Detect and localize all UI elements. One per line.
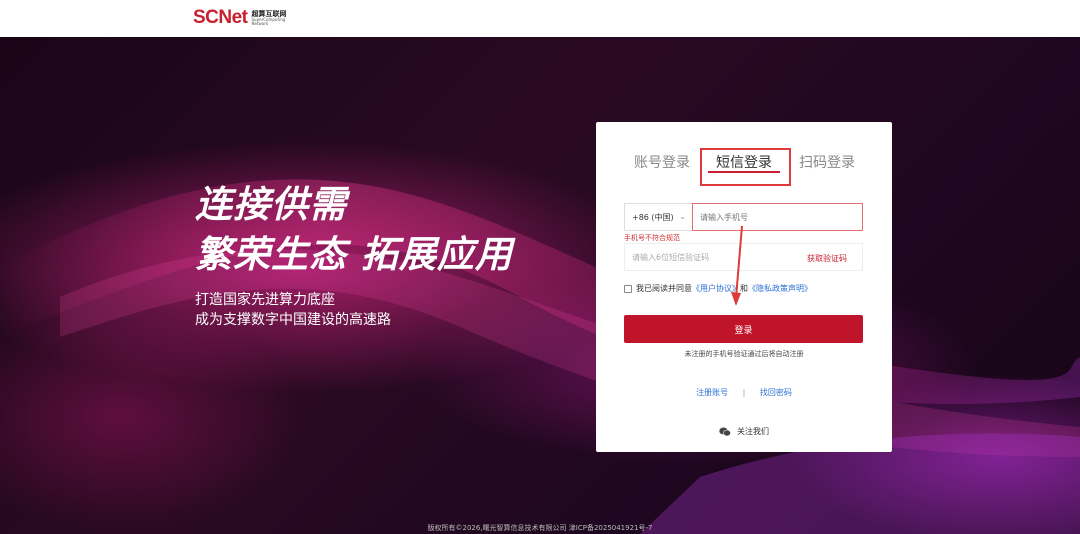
hero-banner: 连接供需 繁荣生态 拓展应用 打造国家先进算力底座 成为支撑数字中国建设的高速路 <box>0 37 1080 534</box>
top-header: SCNet 超算互联网 SuperComputing Network <box>0 0 1080 37</box>
wechat-icon <box>719 427 731 436</box>
logo-en-line2: Network <box>251 21 269 26</box>
phone-input[interactable] <box>692 203 863 231</box>
scnet-logo[interactable]: SCNet 超算互联网 SuperComputing Network <box>193 8 287 28</box>
chevron-down-icon: ⌄ <box>679 212 686 221</box>
sms-code-input[interactable]: 请输入6位短信验证码 <box>632 244 782 270</box>
particle-wave-background <box>0 179 1080 534</box>
register-link[interactable]: 注册账号 <box>696 388 728 397</box>
country-code-select[interactable]: +86 (中国) ⌄ <box>624 203 692 231</box>
country-code-value: +86 (中国) <box>632 212 674 222</box>
footer-copyright: 版权所有©2026,曙光智算信息技术有限公司 津ICP备2025041921号-… <box>427 524 653 532</box>
sms-code-field: 请输入6位短信验证码 获取验证码 <box>624 243 863 271</box>
link-divider: | <box>742 388 746 397</box>
follow-us[interactable]: 关注我们 <box>596 426 892 437</box>
get-code-button[interactable]: 获取验证码 <box>807 253 847 264</box>
logo-text: SCNet <box>193 7 248 28</box>
bottom-links: 注册账号 | 找回密码 <box>596 387 892 398</box>
annotation-highlight-box <box>700 148 791 186</box>
login-card: 账号登录 短信登录 扫码登录 +86 (中国) ⌄ 手机号不符合规范 请输入6位… <box>596 122 892 452</box>
hero-slogan-line2: 繁荣生态 拓展应用 <box>195 233 513 276</box>
agree-and: 和 <box>740 284 748 293</box>
logo-subtitle: 超算互联网 SuperComputing Network <box>252 10 287 26</box>
tab-account-login[interactable]: 账号登录 <box>634 152 690 174</box>
login-button[interactable]: 登录 <box>624 315 863 343</box>
hero-slogan-line1: 连接供需 <box>195 183 347 226</box>
follow-us-label: 关注我们 <box>737 427 769 436</box>
privacy-policy-link[interactable]: 《隐私政策声明》 <box>748 283 812 294</box>
agree-prefix: 我已阅读并同意 <box>636 284 692 293</box>
auto-register-note: 未注册的手机号验证通过后将自动注册 <box>684 350 804 358</box>
hero-subline1: 打造国家先进算力底座 <box>195 292 335 308</box>
forgot-password-link[interactable]: 找回密码 <box>760 388 792 397</box>
tab-qr-login[interactable]: 扫码登录 <box>799 152 855 174</box>
agree-checkbox[interactable] <box>624 284 632 293</box>
hero-subline2: 成为支撑数字中国建设的高速路 <box>195 312 391 328</box>
phone-error-message: 手机号不符合规范 <box>624 234 680 242</box>
user-agreement-link[interactable]: 《用户协议》 <box>692 283 740 294</box>
agreement-row: 我已阅读并同意 《用户协议》 和 《隐私政策声明》 <box>624 283 812 294</box>
